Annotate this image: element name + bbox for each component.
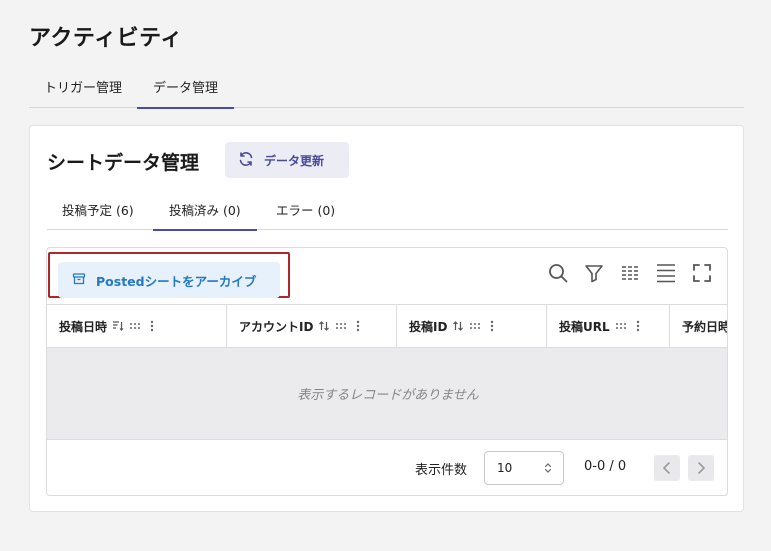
column-header-scheduled-at[interactable]: 予約日時	[670, 305, 728, 347]
column-header-posted-at[interactable]: 投稿日時	[47, 305, 227, 347]
fullscreen-icon[interactable]	[691, 262, 713, 284]
columns-icon[interactable]	[619, 262, 641, 284]
archive-label: Postedシートをアーカイブ	[96, 273, 257, 289]
filter-icon[interactable]	[583, 262, 605, 284]
pagination-footer: 表示件数 10 0-0 / 0	[47, 441, 727, 495]
prev-page-button[interactable]	[654, 455, 680, 481]
sort-desc-icon[interactable]	[112, 320, 124, 332]
empty-message: 表示するレコードがありません	[297, 388, 479, 403]
archive-icon	[72, 272, 86, 289]
column-label: 投稿URL	[559, 319, 610, 334]
drag-handle-icon[interactable]	[129, 320, 141, 332]
next-page-button[interactable]	[688, 455, 714, 481]
column-label: アカウントID	[239, 319, 314, 334]
sort-icon[interactable]	[452, 320, 464, 332]
sub-tabs: 投稿予定 (6) 投稿済み (0) エラー (0)	[47, 194, 728, 231]
column-menu-icon[interactable]	[632, 320, 644, 332]
archive-posted-sheet-button[interactable]: Postedシートをアーカイブ	[58, 262, 280, 298]
grid-header-row: 投稿日時 アカウントID 投稿ID 投稿URL 予約日時	[47, 304, 728, 348]
tab-trigger-management[interactable]: トリガー管理	[44, 70, 122, 108]
rows-per-page-select[interactable]: 10	[484, 451, 564, 485]
column-label: 投稿日時	[59, 319, 108, 334]
column-label: 投稿ID	[409, 319, 448, 334]
column-menu-icon[interactable]	[146, 320, 158, 332]
rows-per-page-value: 10	[497, 461, 513, 475]
page-title: アクティビティ	[29, 26, 183, 51]
column-menu-icon[interactable]	[486, 320, 498, 332]
search-icon[interactable]	[547, 262, 569, 284]
tab-errors[interactable]: エラー (0)	[276, 194, 335, 230]
empty-rows-area: 表示するレコードがありません	[47, 348, 727, 440]
refresh-data-button[interactable]: データ更新	[225, 142, 349, 178]
page-range: 0-0 / 0	[584, 459, 627, 474]
drag-handle-icon[interactable]	[335, 320, 347, 332]
refresh-label: データ更新	[264, 153, 325, 168]
density-icon[interactable]	[655, 262, 677, 284]
rows-per-page-label: 表示件数	[415, 463, 468, 478]
chevron-left-icon	[662, 462, 670, 474]
column-header-account-id[interactable]: アカウントID	[227, 305, 397, 347]
sort-icon[interactable]	[318, 320, 330, 332]
tab-data-management[interactable]: データ管理	[137, 70, 235, 109]
chevron-right-icon	[698, 462, 706, 474]
data-grid: Postedシートをアーカイブ 投稿日時 アカウントID 投稿ID 投稿URL …	[46, 247, 728, 496]
refresh-icon	[238, 151, 254, 170]
archive-highlight-box: Postedシートをアーカイブ	[48, 252, 290, 298]
tab-scheduled[interactable]: 投稿予定 (6)	[62, 194, 134, 230]
column-label: 予約日時	[682, 319, 728, 334]
sheet-data-card: シートデータ管理 データ更新 投稿予定 (6) 投稿済み (0) エラー (0)	[29, 125, 744, 512]
column-header-post-url[interactable]: 投稿URL	[547, 305, 670, 347]
column-menu-icon[interactable]	[352, 320, 364, 332]
tab-posted[interactable]: 投稿済み (0)	[153, 194, 257, 231]
top-tabs: トリガー管理 データ管理	[29, 70, 744, 109]
drag-handle-icon[interactable]	[615, 320, 627, 332]
drag-handle-icon[interactable]	[469, 320, 481, 332]
select-arrows-icon	[544, 463, 552, 473]
sheet-title: シートデータ管理	[47, 152, 200, 174]
column-header-post-id[interactable]: 投稿ID	[397, 305, 547, 347]
